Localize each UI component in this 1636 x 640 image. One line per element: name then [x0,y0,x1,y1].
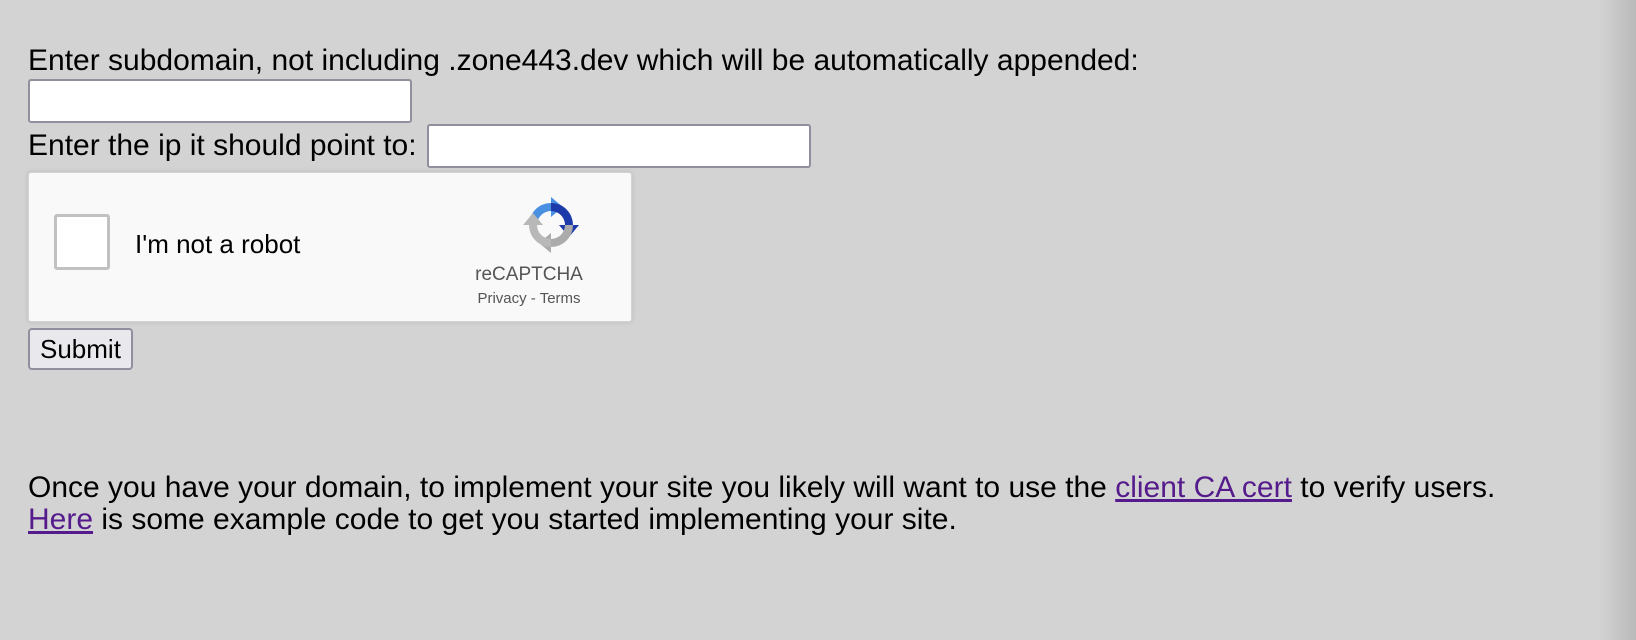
recaptcha-links: Privacy - Terms [449,290,609,307]
recaptcha-logo-icon [523,197,579,253]
info-section: Once you have your domain, to implement … [28,472,1568,536]
recaptcha-privacy-link[interactable]: Privacy [477,290,526,307]
recaptcha-label: I'm not a robot [135,229,301,259]
recaptcha-checkbox[interactable] [54,214,110,270]
example-code-link[interactable]: Here [28,503,93,536]
info-text-example: is some example code to get you started … [93,503,957,536]
subdomain-input[interactable] [28,79,412,123]
recaptcha-terms-link[interactable]: Terms [540,290,581,307]
info-text-after-link: to verify users. [1291,471,1496,504]
recaptcha-link-separator: - [526,290,540,307]
recaptcha-brand: reCAPTCHA [475,264,583,285]
info-text-before-link: Once you have your domain, to implement … [28,471,1116,504]
submit-button[interactable]: Submit [28,328,133,370]
ip-input[interactable] [426,124,811,168]
client-ca-cert-link[interactable]: client CA cert [1115,471,1292,504]
info-paragraph-ca: Once you have your domain, to implement … [28,472,1568,504]
info-paragraph-example: Here is some example code to get you sta… [28,504,1568,536]
recaptcha-widget: I'm not a robot reCAPTCHA Privacy - Term… [28,172,632,322]
subdomain-prompt: Enter subdomain, not including .zone443.… [28,44,1139,77]
ip-row: Enter the ip it should point to: [28,123,1598,169]
ip-prompt: Enter the ip it should point to: [28,129,417,162]
right-edge-shadow [1600,0,1636,640]
main-content: Enter subdomain, not including .zone443.… [28,44,1598,536]
